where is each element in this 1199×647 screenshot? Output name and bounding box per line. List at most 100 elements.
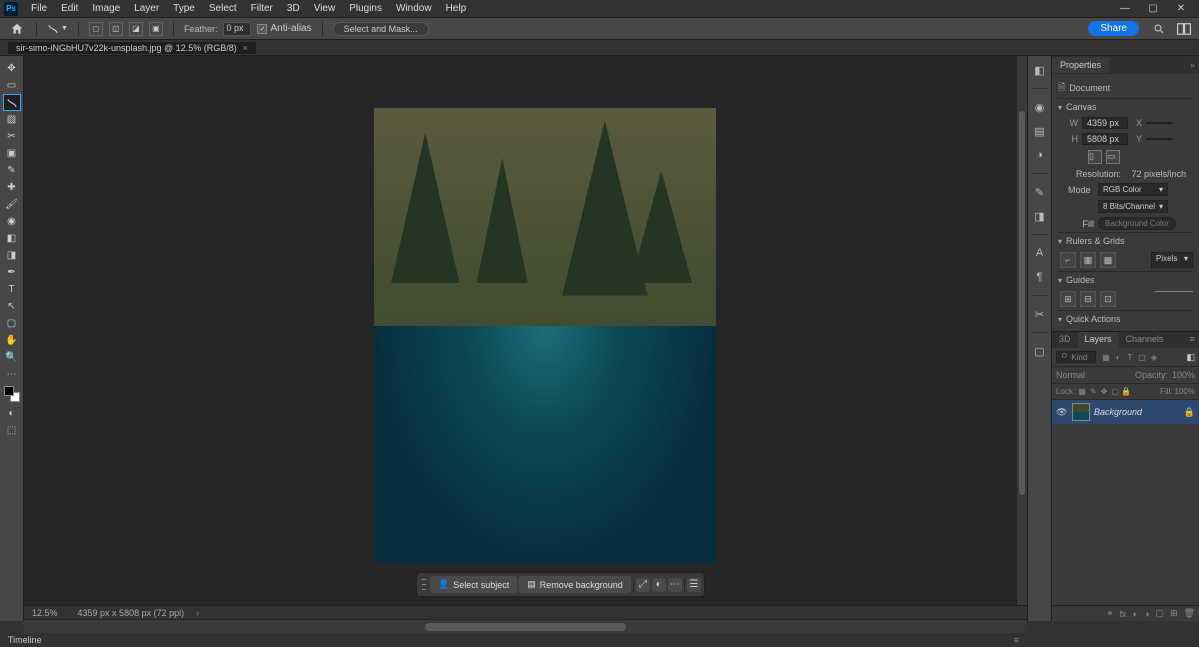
paragraph-panel-icon[interactable]: ¶	[1032, 269, 1048, 285]
grid-icon[interactable]: ▦	[1080, 252, 1096, 268]
x-input[interactable]	[1146, 122, 1172, 124]
marquee-tool[interactable]: ▭	[3, 77, 21, 94]
select-and-mask-button[interactable]: Select and Mask...	[333, 22, 429, 36]
new-layer-icon[interactable]: ⊞	[1170, 608, 1178, 619]
libraries-panel-icon[interactable]: ▢	[1032, 343, 1048, 359]
properties-icon[interactable]: ☰	[687, 578, 701, 592]
search-icon[interactable]	[1153, 23, 1165, 35]
frame-tool[interactable]: ▣	[3, 145, 21, 162]
filter-toggle[interactable]: ◧	[1186, 352, 1195, 363]
gradients-panel-icon[interactable]: ▤	[1032, 123, 1048, 139]
guide-option3-icon[interactable]: ⊡	[1100, 291, 1116, 307]
properties-tab[interactable]: Properties	[1052, 57, 1109, 73]
ruler-icon[interactable]: ⌐	[1060, 252, 1076, 268]
workspace-icon[interactable]	[1177, 23, 1191, 35]
feather-input[interactable]: 0 px	[223, 22, 251, 36]
visibility-icon[interactable]: 👁	[1056, 407, 1068, 418]
layer-thumbnail[interactable]	[1072, 403, 1090, 421]
vertical-scrollbar[interactable]	[1017, 56, 1027, 605]
mask-icon[interactable]: ◐	[1133, 609, 1138, 619]
window-minimize[interactable]: —	[1111, 3, 1139, 14]
tab-channels[interactable]: Channels	[1119, 332, 1171, 348]
guides-icon[interactable]: ▩	[1100, 252, 1116, 268]
fill-value[interactable]: 100%	[1175, 387, 1195, 396]
actions-panel-icon[interactable]: ✂	[1032, 306, 1048, 322]
adjustment-layer-icon[interactable]: ◑	[1144, 609, 1149, 619]
status-arrow-icon[interactable]: ›	[196, 608, 199, 618]
fill-button[interactable]: Background Color	[1098, 217, 1176, 230]
gradient-tool[interactable]: ◨	[3, 247, 21, 264]
lock-transparency-icon[interactable]: ▦	[1077, 387, 1087, 396]
group-icon[interactable]: ▢	[1156, 608, 1165, 619]
zoom-value[interactable]: 12.5%	[32, 608, 58, 618]
tool-preset[interactable]: ▼	[47, 23, 68, 35]
filter-smart-icon[interactable]: ◈	[1149, 352, 1159, 362]
width-input[interactable]: 4359 px	[1082, 117, 1128, 129]
quick-actions-section[interactable]: ▾Quick Actions	[1058, 310, 1193, 327]
menu-3d[interactable]: 3D	[280, 1, 307, 16]
canvas-section[interactable]: ▾Canvas	[1058, 98, 1193, 115]
styles-panel-icon[interactable]: ◨	[1032, 208, 1048, 224]
type-tool[interactable]: T	[3, 281, 21, 298]
menu-help[interactable]: Help	[439, 1, 474, 16]
more-tools-icon[interactable]: ⋯	[3, 366, 21, 383]
portrait-orientation[interactable]: ▯	[1088, 150, 1102, 164]
drag-handle-icon[interactable]	[422, 578, 426, 592]
path-tool[interactable]: ↖	[3, 298, 21, 315]
guide-color-swatch[interactable]	[1155, 291, 1193, 292]
healing-tool[interactable]: ✚	[3, 179, 21, 196]
filter-adjust-icon[interactable]: ◐	[1113, 352, 1123, 362]
menu-filter[interactable]: Filter	[244, 1, 280, 16]
menu-type[interactable]: Type	[166, 1, 202, 16]
window-close[interactable]: ✕	[1167, 3, 1195, 14]
guide-option1-icon[interactable]: ⊞	[1060, 291, 1076, 307]
layers-menu-icon[interactable]: ≡	[1186, 332, 1199, 348]
canvas-area[interactable]: 👤Select subject ▤Remove background ⤢ ◐ ⋯…	[24, 56, 1027, 621]
rulers-section[interactable]: ▾Rulers & Grids	[1058, 232, 1193, 249]
timeline-menu-icon[interactable]: ≡	[1014, 635, 1019, 645]
link-layers-icon[interactable]: ⚭	[1106, 608, 1114, 619]
tab-layers[interactable]: Layers	[1078, 332, 1119, 348]
menu-plugins[interactable]: Plugins	[342, 1, 389, 16]
landscape-orientation[interactable]: ▭	[1106, 150, 1120, 164]
swatches-panel-icon[interactable]: ◉	[1032, 99, 1048, 115]
guides-section[interactable]: ▾Guides	[1058, 271, 1193, 288]
height-input[interactable]: 5808 px	[1082, 133, 1128, 145]
color-swatch[interactable]	[3, 383, 21, 405]
patterns-panel-icon[interactable]: ◑	[1032, 147, 1048, 163]
menu-image[interactable]: Image	[85, 1, 127, 16]
crop-tool[interactable]: ✂	[3, 128, 21, 145]
new-selection-icon[interactable]: ◻	[89, 22, 103, 36]
intersect-selection-icon[interactable]: ▣	[149, 22, 163, 36]
horizontal-scrollbar[interactable]	[24, 619, 1027, 633]
y-input[interactable]	[1146, 138, 1172, 140]
lock-all-icon[interactable]: 🔒	[1121, 387, 1131, 396]
fx-icon[interactable]: fx	[1120, 609, 1127, 619]
adjustments-panel-icon[interactable]: ✎	[1032, 184, 1048, 200]
select-subject-button[interactable]: 👤Select subject	[430, 576, 517, 593]
tab-3d[interactable]: 3D	[1052, 332, 1078, 348]
close-tab-icon[interactable]: ×	[243, 43, 248, 53]
home-button[interactable]	[8, 22, 26, 36]
document-tab[interactable]: sir-simo-iNGbHU7v22k-unsplash.jpg @ 12.5…	[8, 42, 256, 54]
more-icon[interactable]: ⋯	[668, 578, 682, 592]
move-tool[interactable]: ✥	[3, 60, 21, 77]
filter-kind-select[interactable]: Kind	[1056, 351, 1096, 363]
guide-option2-icon[interactable]: ⊟	[1080, 291, 1096, 307]
lock-position-icon[interactable]: ✥	[1099, 387, 1109, 396]
antialias-checkbox[interactable]: ✓Anti-alias	[257, 23, 311, 34]
menu-window[interactable]: Window	[389, 1, 439, 16]
lock-pixels-icon[interactable]: ✎	[1088, 387, 1098, 396]
zoom-tool[interactable]: 🔍	[3, 349, 21, 366]
lock-icon[interactable]: 🔒	[1184, 407, 1195, 418]
menu-edit[interactable]: Edit	[54, 1, 85, 16]
shape-tool[interactable]: ▢	[3, 315, 21, 332]
layer-name[interactable]: Background	[1094, 407, 1180, 417]
transform-icon[interactable]: ⤢	[636, 578, 650, 592]
mode-select[interactable]: RGB Color▾	[1098, 183, 1168, 196]
blend-mode-select[interactable]: Normal	[1056, 370, 1131, 380]
lock-artboard-icon[interactable]: ▢	[1110, 387, 1120, 396]
layer-background[interactable]: 👁 Background 🔒	[1052, 400, 1199, 424]
lasso-tool[interactable]	[3, 94, 21, 111]
timeline-panel-tab[interactable]: Timeline≡	[0, 633, 1027, 647]
